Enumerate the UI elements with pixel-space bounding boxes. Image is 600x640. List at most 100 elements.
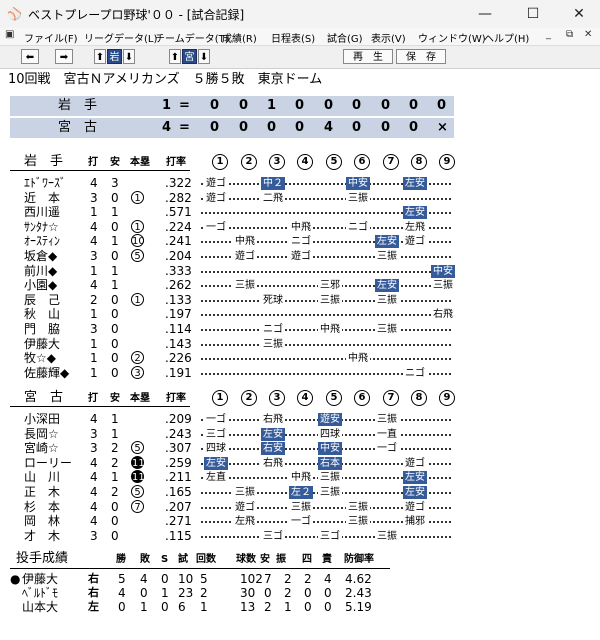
equals-sign: = xyxy=(179,98,190,113)
result-filler xyxy=(201,343,451,346)
scoreboard-inning-score: 0 xyxy=(352,120,362,135)
player-ab: 1 xyxy=(90,263,98,278)
at-bat-result: 三ゴ xyxy=(204,427,228,441)
player-name: 辰 己 xyxy=(24,292,61,307)
at-bat-result: 三振 xyxy=(233,279,257,293)
player-avg: .211 xyxy=(165,470,192,485)
prev-arrow-icon[interactable]: ⬅ xyxy=(21,49,39,64)
at-bat-result: 三振 xyxy=(375,250,399,263)
pitcher-stat: 0 xyxy=(161,572,169,586)
mdi-restore-icon[interactable]: ⧉ xyxy=(566,29,573,40)
team1-down-icon[interactable]: ⬇ xyxy=(123,49,135,64)
scoreboard-team: 宮 古 xyxy=(58,120,98,135)
save-button[interactable]: 保 存 xyxy=(396,49,446,64)
menu-file[interactable]: ファイル(F) xyxy=(24,30,78,45)
player-ab: 3 xyxy=(90,441,98,456)
at-bat-result: 中飛 xyxy=(318,323,342,336)
menu-window[interactable]: ウィンドウ(W) xyxy=(418,30,486,45)
toolbar: ⬅ ➡ ⬆ 岩 ⬇ ⬆ 宮 ⬇ 再 生 保 存 xyxy=(0,46,600,69)
player-h: 1 xyxy=(111,426,119,441)
at-bat-result: 一ゴ xyxy=(204,220,228,234)
at-bat-result: 中飛 xyxy=(289,471,313,485)
menu-team[interactable]: チームデータ(T) xyxy=(155,30,229,45)
team1-up-icon[interactable]: ⬆ xyxy=(94,49,106,64)
inning-label: 4 xyxy=(297,390,313,406)
game-record: 10回戦 宮古Ｎアメリカンズ ５勝５敗 東京ドーム 岩 手 1 = 0 0 1 0 0 0 0 0 0… xyxy=(0,69,600,640)
col-avg: 打率 xyxy=(166,393,186,404)
player-name: 近 本 xyxy=(24,190,61,205)
scoreboard-inning-score: 0 xyxy=(324,98,334,113)
inning-label: 1 xyxy=(212,154,228,170)
player-ab: 4 xyxy=(90,278,98,293)
menu-stats[interactable]: 成績(R) xyxy=(222,30,257,45)
pitcher-stat: 6 xyxy=(178,600,186,614)
pitcher-stat: 5 xyxy=(200,572,208,586)
scoreboard-inning-score: 0 xyxy=(352,98,362,113)
minimize-icon[interactable]: — xyxy=(462,0,508,28)
pitcher-stat: 1 xyxy=(200,600,208,614)
player-avg: .143 xyxy=(165,336,192,351)
player-ab: 1 xyxy=(90,351,98,366)
player-ab: 3 xyxy=(90,528,98,543)
player-name: ｻﾝﾀﾅ☆ xyxy=(24,219,59,234)
maximize-icon[interactable]: ☐ xyxy=(510,0,556,28)
player-name: 西川遥 xyxy=(24,205,61,220)
player-ab: 4 xyxy=(90,176,98,190)
pitcher-stat: 1 xyxy=(284,600,292,614)
play-button[interactable]: 再 生 xyxy=(343,49,393,64)
pitcher-stat: 2.43 xyxy=(345,586,372,600)
menu-help[interactable]: ヘルプ(H) xyxy=(484,30,529,45)
pitcher-hand: 右 xyxy=(88,586,99,599)
player-avg: .307 xyxy=(165,441,192,456)
hr-count-badge: 5 xyxy=(131,441,144,455)
hr-count-badge: 5 xyxy=(131,249,144,262)
player-avg: .115 xyxy=(165,528,192,543)
at-bat-result: 中安 xyxy=(318,442,342,456)
pitcher-stat: 4 xyxy=(140,572,148,586)
player-ab: 4 xyxy=(90,514,98,529)
scoreboard-inning-score: 0 xyxy=(381,120,391,135)
player-avg: .333 xyxy=(165,263,192,278)
mdi-close-icon[interactable]: ✕ xyxy=(584,29,592,40)
player-name: ｵｰｽﾃｨﾝ xyxy=(24,234,61,249)
team2-down-icon[interactable]: ⬇ xyxy=(198,49,210,64)
mdi-minimize-icon[interactable]: _ xyxy=(546,29,551,40)
pitcher-stat: 0 xyxy=(304,586,312,600)
at-bat-result: 遊ゴ xyxy=(403,500,427,514)
menu-schedule[interactable]: 日程表(S) xyxy=(271,30,315,45)
player-avg: .207 xyxy=(165,499,192,514)
player-avg: .191 xyxy=(165,365,192,380)
team1-button[interactable]: 岩 xyxy=(107,49,122,64)
at-bat-result: 右本 xyxy=(318,456,342,470)
player-name: 伊藤大 xyxy=(24,336,61,351)
pitcher-stat: 0 xyxy=(304,600,312,614)
close-icon[interactable]: ✕ xyxy=(556,0,600,28)
team2-up-icon[interactable]: ⬆ xyxy=(169,49,181,64)
pitcher-name: 伊藤大 xyxy=(22,572,59,586)
at-bat-result: 三振 xyxy=(375,413,399,426)
player-h: 0 xyxy=(111,292,119,307)
pitching-underline xyxy=(10,568,390,569)
pitcher-stat: 4 xyxy=(324,572,332,586)
team2-button[interactable]: 宮 xyxy=(182,49,197,64)
player-ab: 3 xyxy=(90,322,98,336)
menu-league[interactable]: リーグデータ(L) xyxy=(84,30,157,45)
at-bat-result: 三振 xyxy=(346,191,370,205)
col-h: 安 xyxy=(110,393,120,404)
inning-label: 7 xyxy=(383,390,399,406)
doc-icon[interactable]: ▣ xyxy=(5,29,14,40)
player-name: 坂倉◆ xyxy=(24,249,58,263)
at-bat-result: 三振 xyxy=(375,529,399,543)
at-bat-result: 左安 xyxy=(261,427,285,441)
next-arrow-icon[interactable]: ➡ xyxy=(55,49,73,64)
player-name: 長岡☆ xyxy=(24,426,59,441)
at-bat-result: 左飛 xyxy=(233,515,257,529)
menu-view[interactable]: 表示(V) xyxy=(371,30,406,45)
inning-label: 5 xyxy=(326,154,342,170)
menu-game[interactable]: 試合(G) xyxy=(327,30,363,45)
pitcher-stat: 0 xyxy=(118,600,126,614)
scoreboard-inning-score: 0 xyxy=(295,98,305,113)
player-name: ｴﾄﾞﾜｰｽﾞ xyxy=(24,176,67,190)
pitcher-result-mark: ● xyxy=(10,572,21,586)
pitcher-stat: 0 xyxy=(324,586,332,600)
